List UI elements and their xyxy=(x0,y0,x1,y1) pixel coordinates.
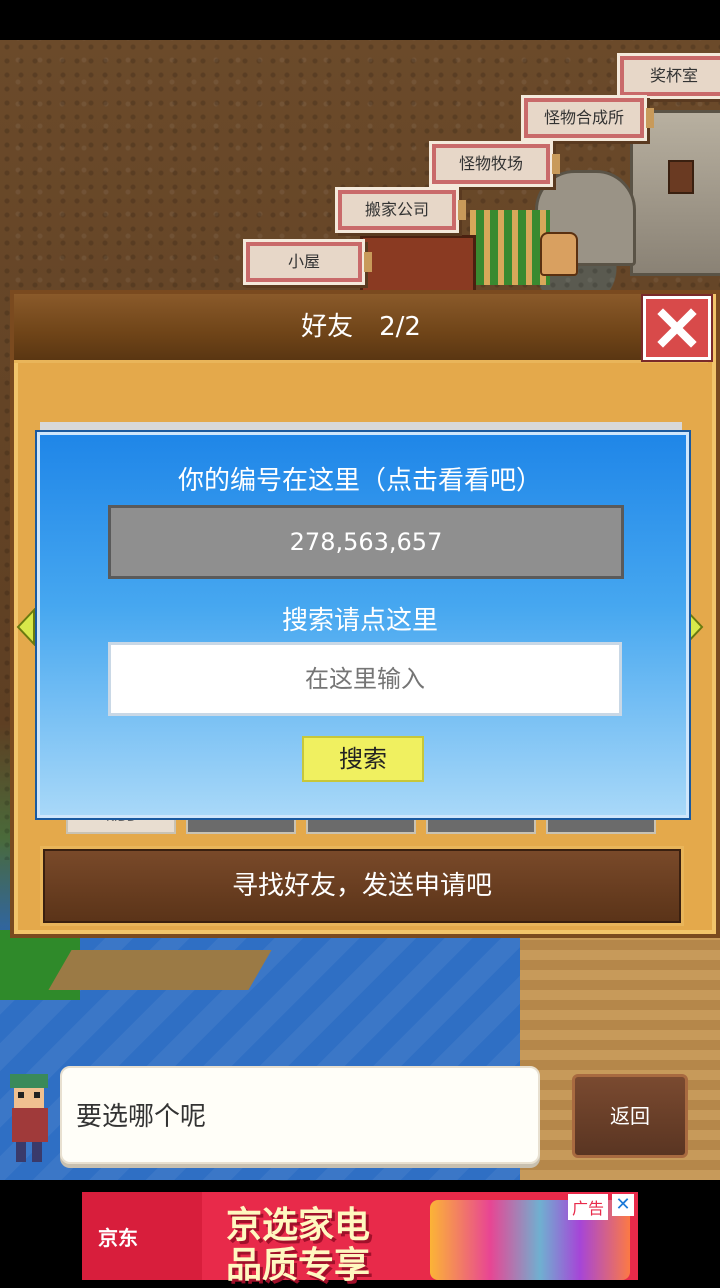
dialog-title: 好友 2/2 xyxy=(301,312,421,342)
label-monster-fusion[interactable]: 怪物合成所 xyxy=(524,98,654,138)
back-button[interactable]: 返回 xyxy=(572,1074,688,1158)
close-button[interactable] xyxy=(643,296,711,360)
dirt-island xyxy=(48,950,272,990)
ad-close-icon[interactable]: ✕ xyxy=(612,1194,634,1216)
label-hut[interactable]: 小屋 xyxy=(246,242,372,282)
player-id-box[interactable]: 278,563,657 xyxy=(108,505,624,579)
label-trophy-room[interactable]: 奖杯室 xyxy=(620,56,720,96)
find-friend-button[interactable]: 寻找好友，发送申请吧 xyxy=(40,846,684,926)
search-button[interactable]: 搜索 xyxy=(302,736,424,782)
search-prompt: 搜索请点这里 xyxy=(281,606,438,636)
prev-page-arrow-icon[interactable] xyxy=(16,608,36,646)
label-moving-company[interactable]: 搬家公司 xyxy=(338,190,466,230)
label-monster-ranch[interactable]: 怪物牧场 xyxy=(432,144,560,184)
speech-text: 要选哪个呢 xyxy=(76,1102,207,1132)
advisor-avatar-icon xyxy=(10,1074,48,1162)
ad-brand-logo: 京东 xyxy=(98,1226,138,1250)
ad-headline-line2: 品质专享 xyxy=(226,1244,371,1286)
ad-badge: 广告 xyxy=(568,1194,609,1220)
close-icon xyxy=(657,308,697,348)
ranch-fence xyxy=(470,210,550,285)
castle-door xyxy=(668,160,694,194)
search-input[interactable] xyxy=(108,642,622,716)
id-prompt: 你的编号在这里（点击看看吧） xyxy=(177,466,542,496)
player-character xyxy=(540,232,578,276)
status-bar xyxy=(0,0,720,40)
